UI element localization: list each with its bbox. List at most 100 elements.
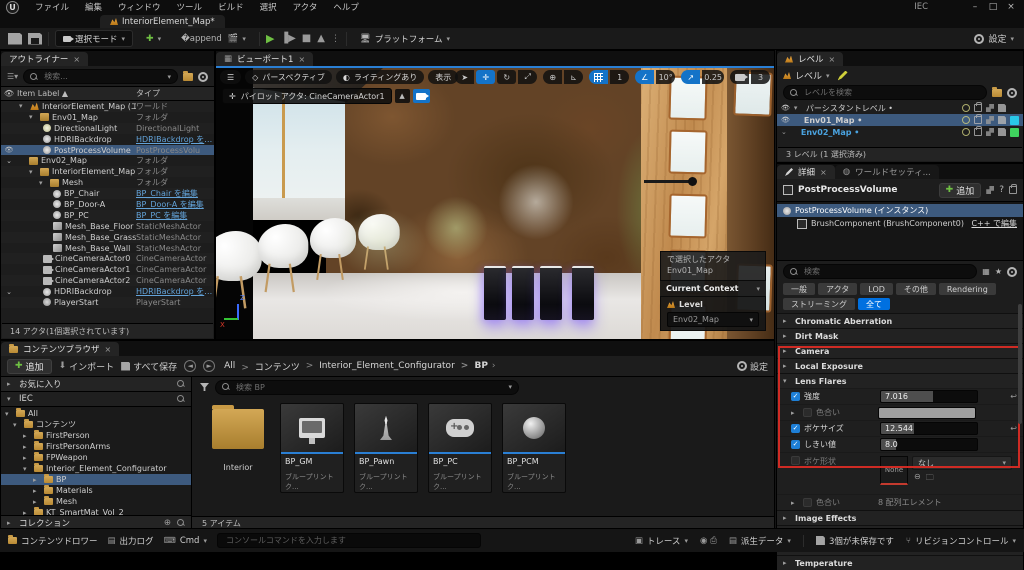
- save-icon[interactable]: [8, 33, 22, 45]
- section-local-exposure[interactable]: ▸Local Exposure: [777, 358, 1023, 373]
- lock-icon[interactable]: [1009, 186, 1017, 194]
- frame-skip-button[interactable]: ▐▶: [280, 34, 295, 44]
- chip-misc[interactable]: その他: [896, 283, 936, 295]
- section-temperature[interactable]: ▸Temperature: [777, 555, 1023, 570]
- reset-icon[interactable]: ↩: [1010, 424, 1019, 433]
- eject-button[interactable]: ▲: [317, 34, 325, 44]
- tree-firstpersonarms[interactable]: ▸FirstPersonArms: [1, 441, 191, 452]
- section-image-effects[interactable]: ▸Image Effects: [777, 510, 1023, 525]
- mode-selector[interactable]: 選択モード▾: [55, 30, 133, 47]
- tree-mesh[interactable]: ▸Mesh: [1, 496, 191, 507]
- cmd-dropdown[interactable]: ⌨ Cmd▾: [164, 536, 207, 546]
- grid-view-icon[interactable]: ▦: [982, 267, 990, 276]
- edit-level-icon[interactable]: [838, 71, 848, 81]
- eye-closed-icon[interactable]: ⌄: [1, 157, 17, 165]
- checkbox-checked[interactable]: ✓: [791, 424, 800, 433]
- scale-tool[interactable]: ⤢: [518, 70, 537, 84]
- outliner-row[interactable]: ⌄HDRIBackdropHDRIBackdrop を編集: [1, 286, 214, 297]
- eye-closed-icon[interactable]: ⌄: [1, 288, 17, 296]
- section-lens-flares[interactable]: ▾Lens Flares: [777, 373, 1023, 388]
- levels-settings-icon[interactable]: [1007, 88, 1017, 98]
- checkbox-unchecked[interactable]: [803, 408, 812, 417]
- menu-file[interactable]: ファイル: [27, 1, 77, 13]
- tree-ktsmartmat[interactable]: ▸KT_SmartMat_Vol_2: [1, 507, 191, 515]
- outliner-row[interactable]: Mesh_Base_FloorStaticMeshActor: [1, 221, 214, 232]
- tree-configurator[interactable]: ▾Interior_Element_Configurator: [1, 463, 191, 474]
- tree-all[interactable]: ▾All: [1, 408, 191, 419]
- eject-pilot-button[interactable]: ▲: [395, 89, 410, 103]
- outliner-row[interactable]: ▾InteriorElement_Map (エディタ)ワールド: [1, 101, 214, 112]
- unsaved-indicator[interactable]: 3個が未保存です: [816, 535, 894, 547]
- close-icon[interactable]: ×: [829, 55, 836, 64]
- back-icon[interactable]: ◄: [184, 360, 196, 372]
- unreal-logo-icon[interactable]: U: [6, 1, 19, 14]
- context-level-dropdown[interactable]: Env02_Map▾: [667, 312, 759, 327]
- level-color-chip[interactable]: [1010, 116, 1019, 125]
- checkbox-unchecked[interactable]: [791, 456, 800, 465]
- capture-icons[interactable]: ◉ ⎙: [700, 536, 717, 546]
- tab-content-browser[interactable]: コンテンツブラウザ×: [1, 342, 119, 356]
- level-row-persistent[interactable]: 👁▾ パーシスタントレベル •: [777, 102, 1023, 114]
- filter-icon[interactable]: ☰▾: [7, 72, 18, 81]
- lighting-icon[interactable]: [962, 116, 970, 124]
- eye-icon[interactable]: 👁: [1, 146, 17, 154]
- item-label-column[interactable]: Item Label ▲: [17, 89, 136, 98]
- tree-firstperson[interactable]: ▸FirstPerson: [1, 430, 191, 441]
- chip-streaming[interactable]: ストリーミング: [783, 298, 855, 310]
- menu-actor[interactable]: アクタ: [285, 1, 326, 13]
- tint-color-swatch[interactable]: [878, 407, 976, 419]
- chip-actor[interactable]: アクタ: [818, 283, 857, 295]
- show-dropdown[interactable]: 表示: [428, 70, 458, 84]
- blueprint-icon[interactable]: [986, 128, 994, 136]
- use-selected-icon[interactable]: ⊖: [914, 472, 921, 486]
- outliner-row[interactable]: BP_PCBP_PC を編集: [1, 210, 214, 221]
- blueprint-icon[interactable]: [986, 104, 994, 112]
- bokeh-size-field[interactable]: 12.544: [880, 422, 978, 435]
- menu-edit[interactable]: 編集: [77, 1, 110, 13]
- details-search[interactable]: [783, 264, 977, 279]
- tab-details[interactable]: 詳細×: [777, 165, 835, 179]
- surface-snap-toggle[interactable]: ⊾: [564, 70, 583, 84]
- levels-search-input[interactable]: [802, 87, 980, 98]
- outliner-row[interactable]: HDRIBackdropHDRIBackdrop を編集: [1, 134, 214, 145]
- scale-snap-toggle[interactable]: ↗: [681, 70, 700, 84]
- eye-icon[interactable]: 👁: [781, 116, 790, 124]
- asset-bp-pawn[interactable]: BP_Pawn ブループリント ク...: [354, 403, 418, 516]
- tab-viewport[interactable]: ▦ビューポート1×: [216, 52, 313, 66]
- tree-content[interactable]: ▾コンテンツ: [1, 419, 191, 430]
- crumb-bp[interactable]: BP: [459, 361, 490, 371]
- outliner-row[interactable]: BP_ChairBP_Chair を編集: [1, 188, 214, 199]
- outliner-row[interactable]: CineCameraActor2CineCameraActor: [1, 275, 214, 286]
- outliner-row-selected[interactable]: 👁PostProcessVolumePostProcessVolu: [1, 145, 214, 156]
- add-button[interactable]: ✚追加: [7, 359, 52, 374]
- level-row-env02[interactable]: ⌄ Env02_Map •: [777, 126, 1023, 138]
- lighting-icon[interactable]: [962, 128, 970, 136]
- search-icon[interactable]: [177, 380, 185, 388]
- outliner-row[interactable]: ▾Meshフォルダ: [1, 177, 214, 188]
- view-mode-dropdown[interactable]: ◐ライティングあり: [336, 70, 424, 84]
- search-icon[interactable]: [177, 519, 185, 527]
- outliner-row[interactable]: CineCameraActor0CineCameraActor: [1, 253, 214, 264]
- world-local-toggle[interactable]: ⊕: [543, 70, 562, 84]
- asset-bp-pc[interactable]: BP_PC ブループリント ク...: [428, 403, 492, 516]
- outliner-search-input[interactable]: [42, 71, 163, 82]
- lock-icon[interactable]: [974, 116, 982, 124]
- revision-control-dropdown[interactable]: ⑂ リビジョンコントロール▾: [906, 535, 1016, 547]
- grid-snap-value[interactable]: 1: [610, 70, 629, 84]
- asset-bp-pcm[interactable]: BP_PCM ブループリント ク...: [502, 403, 566, 516]
- filter-funnel-icon[interactable]: [200, 383, 209, 391]
- asset-search-input[interactable]: [234, 382, 504, 393]
- bokeh-shape-thumbnail[interactable]: None: [880, 456, 908, 485]
- search-icon[interactable]: [177, 395, 185, 403]
- save-level-icon[interactable]: [998, 128, 1006, 136]
- chip-rendering[interactable]: Rendering: [939, 283, 996, 295]
- asset-search[interactable]: ▾: [215, 380, 519, 395]
- blueprint-icon[interactable]: [986, 116, 994, 124]
- eye-closed-icon[interactable]: ⌄: [781, 128, 787, 136]
- details-search-input[interactable]: [802, 266, 970, 277]
- outliner-row[interactable]: ▾InteriorElement_Mapフォルダ: [1, 166, 214, 177]
- console-command-field[interactable]: [217, 533, 481, 548]
- stop-button[interactable]: ■: [302, 34, 311, 44]
- checkbox-unchecked[interactable]: [803, 498, 812, 507]
- lock-icon[interactable]: [974, 128, 982, 136]
